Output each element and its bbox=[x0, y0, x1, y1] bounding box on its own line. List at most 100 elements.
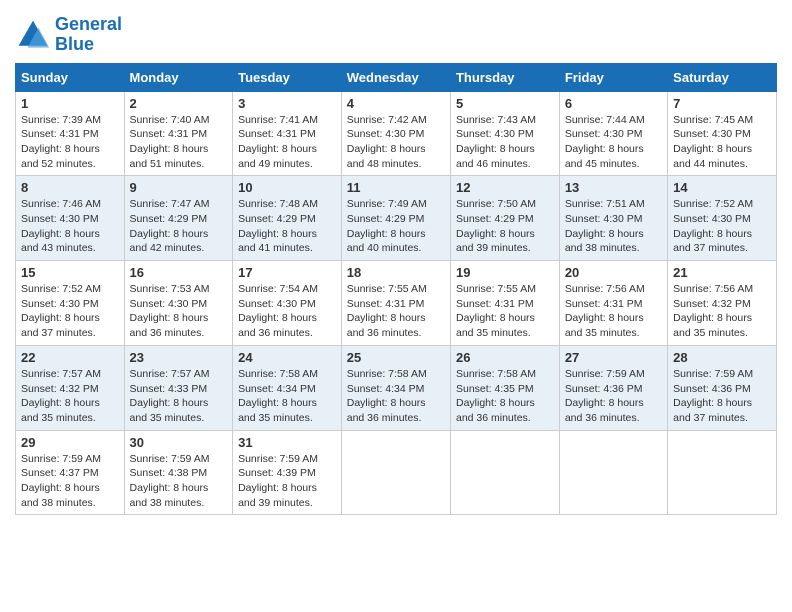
day-info: Sunrise: 7:49 AM Sunset: 4:29 PM Dayligh… bbox=[347, 197, 445, 256]
logo-text: General Blue bbox=[55, 15, 122, 55]
calendar-cell: 4 Sunrise: 7:42 AM Sunset: 4:30 PM Daylig… bbox=[341, 91, 450, 176]
calendar-cell: 5 Sunrise: 7:43 AM Sunset: 4:30 PM Daylig… bbox=[450, 91, 559, 176]
day-info: Sunrise: 7:57 AM Sunset: 4:33 PM Dayligh… bbox=[130, 367, 228, 426]
day-info: Sunrise: 7:58 AM Sunset: 4:35 PM Dayligh… bbox=[456, 367, 554, 426]
day-info: Sunrise: 7:45 AM Sunset: 4:30 PM Dayligh… bbox=[673, 113, 771, 172]
day-number: 27 bbox=[565, 350, 662, 365]
calendar-cell: 16Sunrise: 7:53 AM Sunset: 4:30 PM Dayli… bbox=[124, 261, 233, 346]
day-number: 9 bbox=[130, 180, 228, 195]
calendar-cell bbox=[450, 430, 559, 515]
calendar-cell bbox=[668, 430, 777, 515]
day-info: Sunrise: 7:58 AM Sunset: 4:34 PM Dayligh… bbox=[347, 367, 445, 426]
calendar-cell: 28 Sunrise: 7:59 AM Sunset: 4:36 PM Dayli… bbox=[668, 345, 777, 430]
day-number: 18 bbox=[347, 265, 445, 280]
calendar-cell: 23 Sunrise: 7:57 AM Sunset: 4:33 PM Dayli… bbox=[124, 345, 233, 430]
day-info: Sunrise: 7:50 AM Sunset: 4:29 PM Dayligh… bbox=[456, 197, 554, 256]
day-info: Sunrise: 7:55 AM Sunset: 4:31 PM Dayligh… bbox=[456, 282, 554, 341]
calendar-cell: 22Sunrise: 7:57 AM Sunset: 4:32 PM Dayli… bbox=[16, 345, 125, 430]
day-info: Sunrise: 7:47 AM Sunset: 4:29 PM Dayligh… bbox=[130, 197, 228, 256]
day-info: Sunrise: 7:46 AM Sunset: 4:30 PM Dayligh… bbox=[21, 197, 119, 256]
day-info: Sunrise: 7:58 AM Sunset: 4:34 PM Dayligh… bbox=[238, 367, 336, 426]
day-number: 3 bbox=[238, 96, 336, 111]
calendar-week-row: 8 Sunrise: 7:46 AM Sunset: 4:30 PM Daylig… bbox=[16, 176, 777, 261]
day-number: 5 bbox=[456, 96, 554, 111]
weekday-header-monday: Monday bbox=[124, 63, 233, 91]
day-number: 17 bbox=[238, 265, 336, 280]
day-number: 22 bbox=[21, 350, 119, 365]
day-info: Sunrise: 7:55 AM Sunset: 4:31 PM Dayligh… bbox=[347, 282, 445, 341]
day-number: 28 bbox=[673, 350, 771, 365]
weekday-header-thursday: Thursday bbox=[450, 63, 559, 91]
day-number: 25 bbox=[347, 350, 445, 365]
day-number: 2 bbox=[130, 96, 228, 111]
calendar-header-row: SundayMondayTuesdayWednesdayThursdayFrid… bbox=[16, 63, 777, 91]
day-info: Sunrise: 7:40 AM Sunset: 4:31 PM Dayligh… bbox=[130, 113, 228, 172]
calendar-cell: 14 Sunrise: 7:52 AM Sunset: 4:30 PM Dayli… bbox=[668, 176, 777, 261]
day-info: Sunrise: 7:54 AM Sunset: 4:30 PM Dayligh… bbox=[238, 282, 336, 341]
logo-icon bbox=[15, 17, 51, 53]
calendar-cell: 27 Sunrise: 7:59 AM Sunset: 4:36 PM Dayli… bbox=[559, 345, 667, 430]
calendar-cell: 12 Sunrise: 7:50 AM Sunset: 4:29 PM Dayli… bbox=[450, 176, 559, 261]
day-number: 8 bbox=[21, 180, 119, 195]
calendar-cell: 30Sunrise: 7:59 AM Sunset: 4:38 PM Dayli… bbox=[124, 430, 233, 515]
weekday-header-wednesday: Wednesday bbox=[341, 63, 450, 91]
weekday-header-saturday: Saturday bbox=[668, 63, 777, 91]
day-number: 15 bbox=[21, 265, 119, 280]
calendar-cell: 31Sunrise: 7:59 AM Sunset: 4:39 PM Dayli… bbox=[233, 430, 342, 515]
day-info: Sunrise: 7:52 AM Sunset: 4:30 PM Dayligh… bbox=[673, 197, 771, 256]
weekday-header-tuesday: Tuesday bbox=[233, 63, 342, 91]
day-number: 21 bbox=[673, 265, 771, 280]
calendar-cell: 7 Sunrise: 7:45 AM Sunset: 4:30 PM Daylig… bbox=[668, 91, 777, 176]
calendar-cell: 24 Sunrise: 7:58 AM Sunset: 4:34 PM Dayli… bbox=[233, 345, 342, 430]
calendar-week-row: 15 Sunrise: 7:52 AM Sunset: 4:30 PM Dayli… bbox=[16, 261, 777, 346]
calendar-cell: 3 Sunrise: 7:41 AM Sunset: 4:31 PM Daylig… bbox=[233, 91, 342, 176]
day-number: 1 bbox=[21, 96, 119, 111]
day-number: 4 bbox=[347, 96, 445, 111]
day-info: Sunrise: 7:59 AM Sunset: 4:36 PM Dayligh… bbox=[565, 367, 662, 426]
day-number: 12 bbox=[456, 180, 554, 195]
calendar-cell: 15 Sunrise: 7:52 AM Sunset: 4:30 PM Dayli… bbox=[16, 261, 125, 346]
calendar-cell bbox=[559, 430, 667, 515]
day-info: Sunrise: 7:51 AM Sunset: 4:30 PM Dayligh… bbox=[565, 197, 662, 256]
day-number: 20 bbox=[565, 265, 662, 280]
day-number: 6 bbox=[565, 96, 662, 111]
calendar-cell: 8 Sunrise: 7:46 AM Sunset: 4:30 PM Daylig… bbox=[16, 176, 125, 261]
calendar-cell: 2 Sunrise: 7:40 AM Sunset: 4:31 PM Daylig… bbox=[124, 91, 233, 176]
calendar-week-row: 22Sunrise: 7:57 AM Sunset: 4:32 PM Dayli… bbox=[16, 345, 777, 430]
calendar-cell bbox=[341, 430, 450, 515]
calendar-cell: 19Sunrise: 7:55 AM Sunset: 4:31 PM Dayli… bbox=[450, 261, 559, 346]
day-info: Sunrise: 7:42 AM Sunset: 4:30 PM Dayligh… bbox=[347, 113, 445, 172]
day-number: 26 bbox=[456, 350, 554, 365]
weekday-header-friday: Friday bbox=[559, 63, 667, 91]
calendar-week-row: 1 Sunrise: 7:39 AM Sunset: 4:31 PM Daylig… bbox=[16, 91, 777, 176]
day-info: Sunrise: 7:56 AM Sunset: 4:32 PM Dayligh… bbox=[673, 282, 771, 341]
day-info: Sunrise: 7:59 AM Sunset: 4:37 PM Dayligh… bbox=[21, 452, 119, 511]
day-info: Sunrise: 7:41 AM Sunset: 4:31 PM Dayligh… bbox=[238, 113, 336, 172]
day-number: 14 bbox=[673, 180, 771, 195]
day-info: Sunrise: 7:59 AM Sunset: 4:38 PM Dayligh… bbox=[130, 452, 228, 511]
day-info: Sunrise: 7:59 AM Sunset: 4:39 PM Dayligh… bbox=[238, 452, 336, 511]
logo: General Blue bbox=[15, 15, 122, 55]
page-header: General Blue bbox=[15, 15, 777, 55]
day-info: Sunrise: 7:48 AM Sunset: 4:29 PM Dayligh… bbox=[238, 197, 336, 256]
day-info: Sunrise: 7:52 AM Sunset: 4:30 PM Dayligh… bbox=[21, 282, 119, 341]
day-info: Sunrise: 7:43 AM Sunset: 4:30 PM Dayligh… bbox=[456, 113, 554, 172]
calendar-cell: 26 Sunrise: 7:58 AM Sunset: 4:35 PM Dayli… bbox=[450, 345, 559, 430]
day-info: Sunrise: 7:59 AM Sunset: 4:36 PM Dayligh… bbox=[673, 367, 771, 426]
day-number: 23 bbox=[130, 350, 228, 365]
day-number: 7 bbox=[673, 96, 771, 111]
calendar-cell: 18 Sunrise: 7:55 AM Sunset: 4:31 PM Dayli… bbox=[341, 261, 450, 346]
calendar-cell: 10Sunrise: 7:48 AM Sunset: 4:29 PM Dayli… bbox=[233, 176, 342, 261]
calendar-table: SundayMondayTuesdayWednesdayThursdayFrid… bbox=[15, 63, 777, 516]
calendar-cell: 9 Sunrise: 7:47 AM Sunset: 4:29 PM Daylig… bbox=[124, 176, 233, 261]
calendar-cell: 29 Sunrise: 7:59 AM Sunset: 4:37 PM Dayli… bbox=[16, 430, 125, 515]
day-info: Sunrise: 7:39 AM Sunset: 4:31 PM Dayligh… bbox=[21, 113, 119, 172]
day-info: Sunrise: 7:53 AM Sunset: 4:30 PM Dayligh… bbox=[130, 282, 228, 341]
day-number: 29 bbox=[21, 435, 119, 450]
calendar-cell: 1 Sunrise: 7:39 AM Sunset: 4:31 PM Daylig… bbox=[16, 91, 125, 176]
day-number: 24 bbox=[238, 350, 336, 365]
calendar-cell: 13Sunrise: 7:51 AM Sunset: 4:30 PM Dayli… bbox=[559, 176, 667, 261]
calendar-cell: 21 Sunrise: 7:56 AM Sunset: 4:32 PM Dayli… bbox=[668, 261, 777, 346]
calendar-cell: 25 Sunrise: 7:58 AM Sunset: 4:34 PM Dayli… bbox=[341, 345, 450, 430]
weekday-header-sunday: Sunday bbox=[16, 63, 125, 91]
